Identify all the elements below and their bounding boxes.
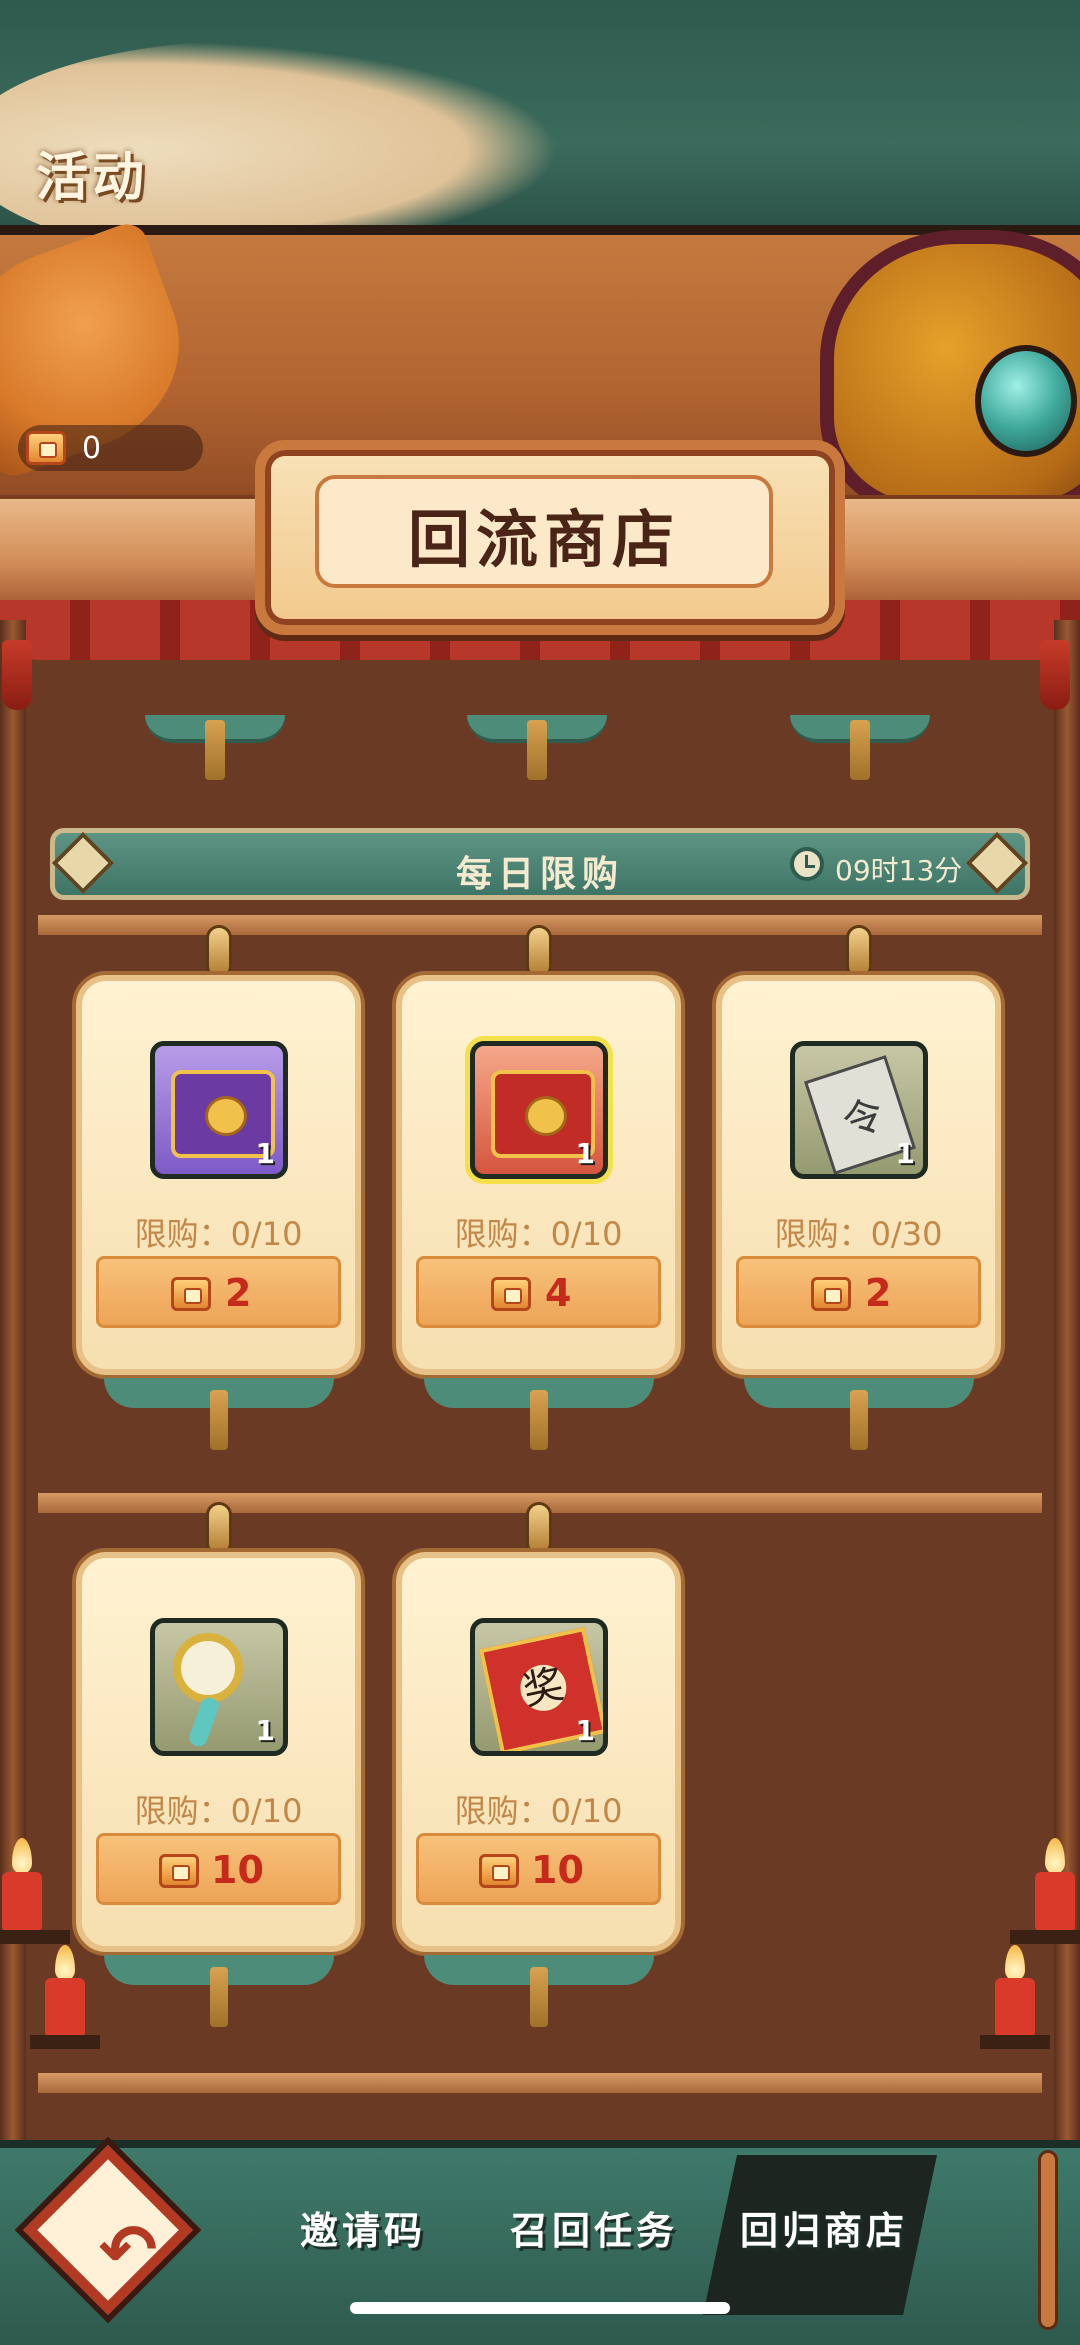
purchase-limit: 限购：0/10 <box>454 1792 623 1830</box>
treasure-chest-icon <box>26 431 66 465</box>
buy-button[interactable]: 2 <box>736 1256 981 1328</box>
price-value: 4 <box>545 1271 572 1315</box>
item-quantity: 1 <box>255 1137 275 1170</box>
price-value: 2 <box>865 1271 892 1315</box>
item-quantity: 1 <box>575 1137 595 1170</box>
treasure-chest-icon <box>171 1277 211 1311</box>
fan-knot <box>205 720 225 780</box>
purchase-limit: 限购：0/10 <box>134 1215 303 1253</box>
item-quantity: 1 <box>255 1714 275 1747</box>
treasure-chest-icon <box>479 1854 519 1888</box>
shop-item-card[interactable]: 1 限购：0/10 10 <box>396 1552 681 1952</box>
treasure-chest-icon <box>159 1854 199 1888</box>
item-frame[interactable]: 1 <box>470 1041 608 1179</box>
price-value: 10 <box>211 1848 264 1892</box>
jade-decoration <box>975 345 1077 457</box>
shop-item-card[interactable]: 1 限购：0/10 10 <box>76 1552 361 1952</box>
refresh-timer: 09时13分 <box>835 854 963 887</box>
fan-knot <box>850 720 870 780</box>
item-quantity: 1 <box>575 1714 595 1747</box>
price-value: 10 <box>531 1848 584 1892</box>
right-tassel <box>1040 640 1070 710</box>
currency-value: 0 <box>82 431 102 466</box>
candle-stand <box>30 2035 100 2049</box>
candle-stand <box>1010 1930 1080 1944</box>
card-hook <box>526 1502 552 1556</box>
buy-button[interactable]: 10 <box>416 1833 661 1905</box>
candle-icon <box>2 1872 42 1932</box>
candle-icon <box>995 1978 1035 2038</box>
item-frame[interactable]: 1 <box>470 1618 608 1756</box>
purchase-limit: 限购：0/10 <box>454 1215 623 1253</box>
treasure-chest-icon <box>491 1277 531 1311</box>
item-frame[interactable]: 1 <box>150 1041 288 1179</box>
card-hook <box>206 925 232 979</box>
shelf <box>35 2070 1045 2096</box>
card-hook <box>846 925 872 979</box>
candle-flame-icon <box>12 1838 32 1874</box>
buy-button[interactable]: 4 <box>416 1256 661 1328</box>
magnifier-handle <box>186 1695 222 1749</box>
shop-item-card[interactable]: 1 限购：0/10 2 <box>76 975 361 1375</box>
item-frame[interactable]: 1 <box>150 1618 288 1756</box>
candle-icon <box>45 1978 85 2038</box>
shop-plaque: 回流商店 <box>255 440 845 635</box>
scroll-handle[interactable] <box>1038 2150 1058 2330</box>
shop-item-card[interactable]: 1 限购：0/30 2 <box>716 975 1001 1375</box>
fan-knot <box>527 720 547 780</box>
price-value: 2 <box>225 1271 252 1315</box>
right-pillar <box>1054 620 1080 2320</box>
left-pillar <box>0 620 26 2320</box>
buy-button[interactable]: 10 <box>96 1833 341 1905</box>
home-indicator[interactable] <box>350 2302 730 2314</box>
tab-invite-code[interactable]: 邀请码 <box>300 2200 426 2255</box>
card-hook <box>526 925 552 979</box>
card-tassel <box>530 1390 548 1450</box>
card-tassel <box>210 1967 228 2027</box>
purchase-limit: 限购：0/30 <box>774 1215 943 1253</box>
candle-stand <box>980 2035 1050 2049</box>
card-hook <box>206 1502 232 1556</box>
candle-icon <box>1035 1872 1075 1932</box>
item-frame[interactable]: 1 <box>790 1041 928 1179</box>
daily-limit-bar: 每日限购 09时13分 <box>50 828 1030 900</box>
magnifier-icon <box>173 1633 243 1703</box>
page-title: 活动 <box>36 147 149 208</box>
tab-recall-tasks[interactable]: 召回任务 <box>510 2200 678 2255</box>
card-tassel <box>530 1967 548 2027</box>
clock-icon <box>790 847 824 881</box>
candle-flame-icon <box>55 1945 75 1981</box>
treasure-chest-icon <box>811 1277 851 1311</box>
tab-return-shop[interactable]: 回归商店 <box>740 2200 908 2255</box>
card-tassel <box>850 1390 868 1450</box>
shop-item-card[interactable]: 1 限购：0/10 4 <box>396 975 681 1375</box>
card-tassel <box>210 1390 228 1450</box>
purchase-limit: 限购：0/10 <box>134 1792 303 1830</box>
shop-title: 回流商店 <box>407 503 680 576</box>
plaque-inner: 回流商店 <box>315 475 773 588</box>
candle-stand <box>0 1930 70 1944</box>
buy-button[interactable]: 2 <box>96 1256 341 1328</box>
candle-flame-icon <box>1005 1945 1025 1981</box>
currency-display: 0 <box>18 425 203 471</box>
left-tassel <box>2 640 32 710</box>
item-quantity: 1 <box>895 1137 915 1170</box>
back-arrow-icon[interactable]: ↶ <box>68 2190 188 2310</box>
